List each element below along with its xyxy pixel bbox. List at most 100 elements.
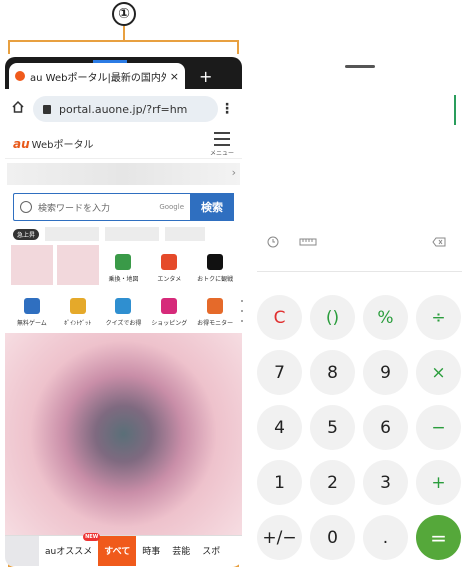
service-tile[interactable]	[11, 245, 53, 285]
entertainment-icon	[161, 254, 178, 270]
browser-tab[interactable]: au Webポータル|最新の国内外 ×	[9, 60, 185, 89]
five-key[interactable]: 5	[310, 405, 355, 450]
eight-key[interactable]: 8	[310, 350, 355, 395]
banner-ad[interactable]: ›	[7, 163, 240, 185]
dazn-icon	[207, 254, 224, 270]
keypad: C()% ÷ 7 8 9 × 4 5 6− 1 2 3 + +/− 0. =	[257, 295, 461, 560]
category-tab-sports[interactable]: スポ	[196, 536, 226, 566]
search-placeholder: 検索ワードを入力	[38, 203, 111, 214]
browser-window: au Webポータル|最新の国内外 × + portal.auone.jp/?r…	[5, 57, 242, 567]
category-tab-recommend[interactable]: auオススメ NEW	[39, 532, 101, 566]
service-label: お得モニター	[197, 320, 234, 327]
multiply-key[interactable]: ×	[416, 350, 461, 395]
equals-key[interactable]: =	[416, 515, 461, 560]
game-controller-icon	[23, 298, 40, 314]
tab-title: au Webポータル|最新の国内外	[30, 72, 166, 84]
one-key[interactable]: 1	[257, 460, 302, 505]
percent-key[interactable]: %	[363, 295, 408, 340]
search-button[interactable]: 検索	[190, 193, 234, 221]
callout-marker: ①	[112, 2, 136, 26]
quiz-icon	[115, 298, 132, 314]
service-tile[interactable]: クイズでお得	[101, 289, 147, 329]
service-tile[interactable]: 乗換・地図	[101, 245, 147, 285]
au-favicon-icon	[15, 71, 25, 81]
overflow-menu-icon[interactable]: ⋮	[218, 101, 236, 117]
nine-key[interactable]: 9	[363, 350, 408, 395]
split-screen: ① au Webポータル|最新の国内外 × + portal.auone.jp/…	[0, 0, 473, 568]
service-label: 乗換・地図	[108, 276, 139, 283]
service-label: ショッピング	[151, 320, 188, 327]
service-tile[interactable]	[56, 245, 99, 285]
sign-toggle-key[interactable]: +/−	[257, 515, 302, 560]
category-tab-all[interactable]: すべて	[98, 535, 137, 566]
search-form: 検索ワードを入力 Google 検索	[13, 193, 234, 221]
trending-chip[interactable]: 急上昇	[13, 228, 40, 240]
search-input[interactable]: 検索ワードを入力 Google	[13, 193, 190, 221]
service-label: エンタメ	[157, 276, 182, 283]
tab-highlight	[93, 60, 127, 63]
new-tab-button[interactable]: +	[199, 63, 212, 89]
home-icon[interactable]	[11, 100, 33, 118]
history-icon[interactable]	[267, 236, 279, 251]
service-label: おトクに観戦	[197, 276, 234, 283]
monitor-icon	[207, 298, 224, 314]
trending-item[interactable]	[165, 227, 206, 241]
lock-icon	[43, 104, 51, 114]
service-tile[interactable]: お得モニター	[192, 289, 238, 329]
divide-key[interactable]: ÷	[416, 295, 461, 340]
trending-row: 急上昇	[5, 225, 242, 243]
address-row: portal.auone.jp/?rf=hm ⋮	[5, 89, 242, 129]
trending-item[interactable]	[105, 227, 160, 241]
service-tile[interactable]: 無料ゲーム	[9, 289, 55, 329]
chevron-right-icon: ›	[231, 166, 236, 179]
annotation-bracket-top	[8, 40, 239, 54]
menu-label: メニュー	[209, 150, 234, 157]
parentheses-key[interactable]: ()	[310, 295, 355, 340]
clear-key[interactable]: C	[257, 295, 302, 340]
two-key[interactable]: 2	[310, 460, 355, 505]
trending-item[interactable]	[45, 227, 100, 241]
category-nav: auオススメ NEW すべて 時事 芸能 スポ	[5, 532, 242, 566]
minus-key[interactable]: −	[416, 405, 461, 450]
decimal-key[interactable]: .	[363, 515, 408, 560]
site-header: au Webポータル メニュー	[5, 129, 242, 159]
url-bar[interactable]: portal.auone.jp/?rf=hm	[33, 96, 218, 122]
service-tile[interactable]: エンタメ	[146, 245, 192, 285]
google-logo: Google	[159, 203, 184, 211]
search-icon	[20, 201, 32, 213]
au-logo[interactable]: au	[13, 137, 30, 151]
ruler-icon[interactable]	[299, 236, 317, 250]
service-label: クイズでお得	[105, 320, 142, 327]
input-cursor	[454, 95, 456, 125]
hamburger-menu-icon[interactable]: メニュー	[210, 130, 234, 157]
service-tile[interactable]: ショッピング	[146, 289, 192, 329]
hero-image[interactable]	[5, 333, 242, 535]
three-key[interactable]: 3	[363, 460, 408, 505]
divider	[257, 271, 462, 272]
six-key[interactable]: 6	[363, 405, 408, 450]
category-tab-entertainment[interactable]: 芸能	[166, 536, 196, 566]
calc-toolbar	[245, 233, 468, 253]
url-text: portal.auone.jp/?rf=hm	[59, 102, 188, 116]
window-grab-handle[interactable]	[345, 65, 375, 68]
service-grid: 乗換・地図 エンタメ おトクに観戦無料ゲーム ﾎﾟｲﾝﾄｹﾞｯﾄ クイズでお得 ショッピン…	[5, 243, 242, 331]
category-tab-blank[interactable]	[5, 535, 39, 566]
category-tab-news[interactable]: 時事	[136, 536, 166, 566]
close-tab-icon[interactable]: ×	[170, 70, 179, 83]
new-badge: NEW	[83, 532, 101, 541]
shopping-cart-icon	[161, 298, 178, 314]
train-icon	[115, 254, 132, 270]
service-label: 無料ゲーム	[16, 320, 47, 327]
service-label: ﾎﾟｲﾝﾄｹﾞｯﾄ	[64, 320, 92, 327]
calculator-window: C()% ÷ 7 8 9 × 4 5 6− 1 2 3 + +/− 0. =	[245, 57, 468, 567]
zero-key[interactable]: 0	[310, 515, 355, 560]
backspace-icon[interactable]	[432, 236, 446, 250]
split-divider-handle[interactable]	[240, 300, 243, 322]
plus-key[interactable]: +	[416, 460, 461, 505]
seven-key[interactable]: 7	[257, 350, 302, 395]
service-tile[interactable]: おトクに観戦	[192, 245, 238, 285]
tab-bar: au Webポータル|最新の国内外 × +	[5, 57, 242, 89]
four-key[interactable]: 4	[257, 405, 302, 450]
points-icon	[69, 298, 86, 314]
service-tile[interactable]: ﾎﾟｲﾝﾄｹﾞｯﾄ	[55, 289, 101, 329]
